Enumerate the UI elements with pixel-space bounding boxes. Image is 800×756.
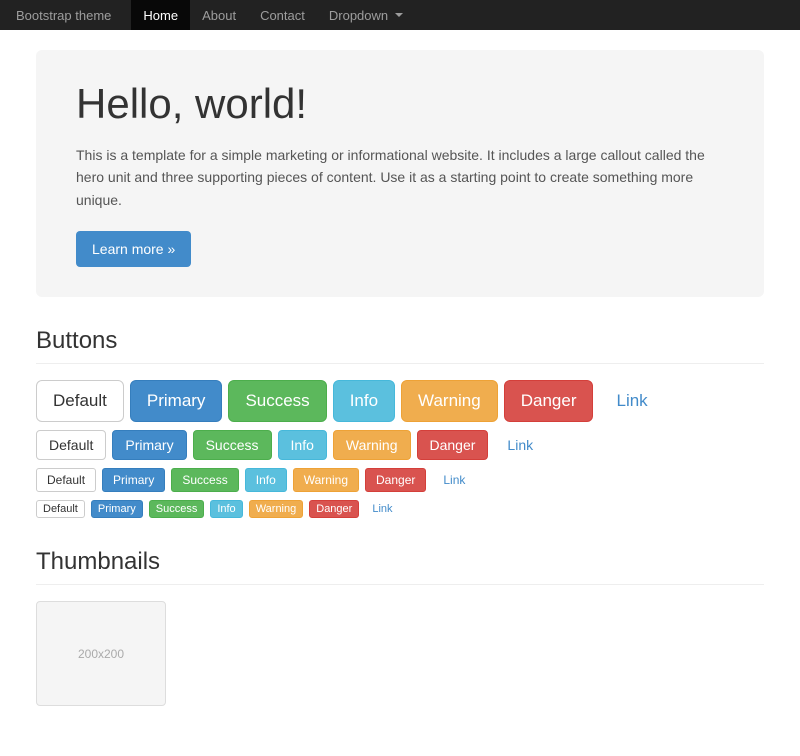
btn-warning-xs[interactable]: Warning <box>249 500 304 518</box>
nav-item-home[interactable]: Home <box>131 0 190 30</box>
btn-link-sm[interactable]: Link <box>432 468 476 492</box>
navbar: Bootstrap theme Home About Contact Dropd… <box>0 0 800 30</box>
buttons-section-title: Buttons <box>36 327 764 364</box>
btn-link-md[interactable]: Link <box>494 430 546 460</box>
thumbnails-section-title: Thumbnails <box>36 548 764 585</box>
btn-success-xs[interactable]: Success <box>149 500 205 518</box>
btn-primary-lg[interactable]: Primary <box>130 380 223 422</box>
buttons-row-xsmall: Default Primary Success Info Warning Dan… <box>36 500 764 518</box>
hero-unit: Hello, world! This is a template for a s… <box>36 50 764 297</box>
dropdown-caret-icon <box>395 13 403 17</box>
btn-success-lg[interactable]: Success <box>228 380 326 422</box>
btn-info-md[interactable]: Info <box>278 430 327 460</box>
btn-link-lg[interactable]: Link <box>599 380 664 422</box>
btn-danger-md[interactable]: Danger <box>417 430 489 460</box>
nav-item-dropdown-label: Dropdown <box>329 8 388 23</box>
btn-warning-md[interactable]: Warning <box>333 430 411 460</box>
btn-info-sm[interactable]: Info <box>245 468 287 492</box>
btn-primary-sm[interactable]: Primary <box>102 468 165 492</box>
nav-items: Home About Contact Dropdown <box>131 0 415 30</box>
btn-success-sm[interactable]: Success <box>171 468 238 492</box>
btn-warning-lg[interactable]: Warning <box>401 380 498 422</box>
btn-success-md[interactable]: Success <box>193 430 272 460</box>
nav-item-contact[interactable]: Contact <box>248 0 317 30</box>
btn-danger-sm[interactable]: Danger <box>365 468 426 492</box>
btn-primary-md[interactable]: Primary <box>112 430 186 460</box>
btn-link-xs[interactable]: Link <box>365 500 399 518</box>
hero-title: Hello, world! <box>76 80 724 128</box>
btn-default-lg[interactable]: Default <box>36 380 124 422</box>
nav-item-dropdown[interactable]: Dropdown <box>317 0 415 30</box>
nav-item-about[interactable]: About <box>190 0 248 30</box>
buttons-row-medium: Default Primary Success Info Warning Dan… <box>36 430 764 460</box>
btn-default-xs[interactable]: Default <box>36 500 85 518</box>
main-content: Hello, world! This is a template for a s… <box>20 30 780 756</box>
btn-default-md[interactable]: Default <box>36 430 106 460</box>
thumbnails-section: Thumbnails 200x200 <box>36 548 764 706</box>
btn-info-xs[interactable]: Info <box>210 500 242 518</box>
learn-more-button[interactable]: Learn more » <box>76 231 191 267</box>
buttons-row-large: Default Primary Success Info Warning Dan… <box>36 380 764 422</box>
btn-danger-lg[interactable]: Danger <box>504 380 594 422</box>
btn-info-lg[interactable]: Info <box>333 380 395 422</box>
thumbnail-image: 200x200 <box>36 601 166 706</box>
btn-danger-xs[interactable]: Danger <box>309 500 359 518</box>
btn-default-sm[interactable]: Default <box>36 468 96 492</box>
btn-primary-xs[interactable]: Primary <box>91 500 143 518</box>
hero-description: This is a template for a simple marketin… <box>76 144 716 211</box>
thumbnail-label: 200x200 <box>78 647 124 661</box>
btn-warning-sm[interactable]: Warning <box>293 468 359 492</box>
buttons-row-small: Default Primary Success Info Warning Dan… <box>36 468 764 492</box>
navbar-brand[interactable]: Bootstrap theme <box>16 8 111 23</box>
buttons-section: Buttons Default Primary Success Info War… <box>36 327 764 518</box>
